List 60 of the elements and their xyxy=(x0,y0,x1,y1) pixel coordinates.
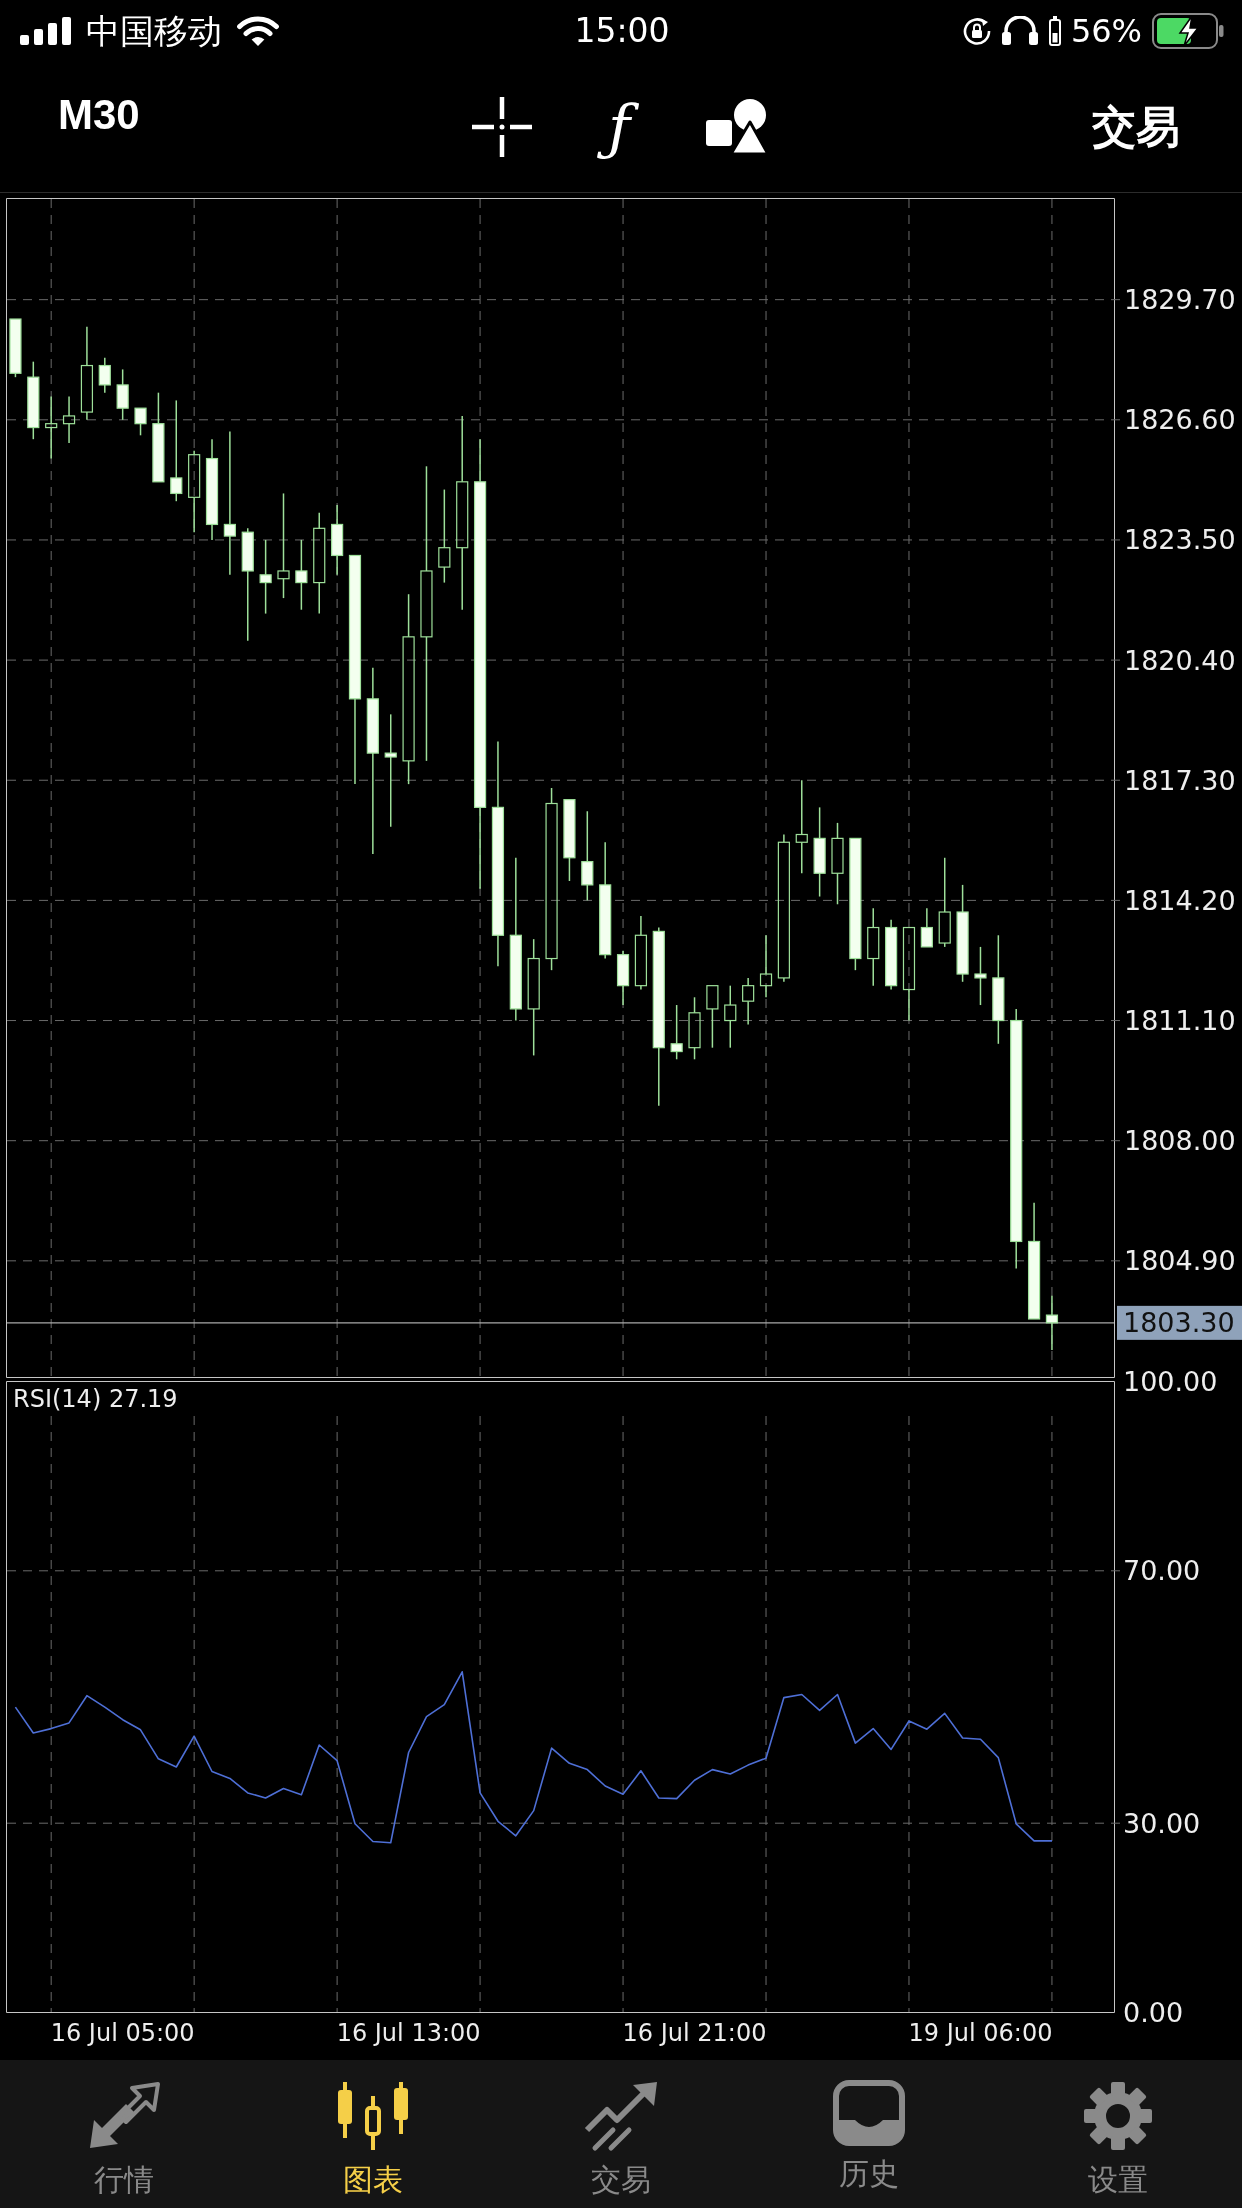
price-label: 1804.90 xyxy=(1124,1245,1236,1277)
candlestick xyxy=(98,357,111,394)
price-label: 1823.50 xyxy=(1124,524,1236,556)
candlestick xyxy=(688,996,701,1061)
gear-icon xyxy=(1081,2080,1154,2152)
axis-label: 0.00 xyxy=(1123,1997,1184,2028)
candlestick xyxy=(670,1004,683,1061)
nav-tab[interactable]: 图表 xyxy=(248,2060,497,2208)
clock-time: 15:00 xyxy=(574,11,670,51)
time-label: 16 Jul 21:00 xyxy=(622,2019,767,2047)
candlestick xyxy=(706,985,719,1049)
time-label: 19 Jul 06:00 xyxy=(908,2019,1053,2047)
axis-label: 100.00 xyxy=(1123,1366,1218,1397)
price-label: 1811.10 xyxy=(1124,1005,1236,1037)
battery-icon xyxy=(1152,13,1224,49)
candlestick xyxy=(724,984,737,1049)
small-battery-icon xyxy=(1048,16,1061,46)
nav-tab[interactable]: 交易 xyxy=(496,2060,746,2208)
price-label: 1829.70 xyxy=(1124,284,1236,316)
candlestick xyxy=(759,934,773,999)
tray-icon xyxy=(833,2080,906,2146)
nav-tab[interactable]: 历史 xyxy=(745,2060,994,2208)
candlestick xyxy=(295,539,308,611)
candlestick xyxy=(116,368,129,421)
price-label: 1808.00 xyxy=(1124,1125,1236,1157)
carrier-name: 中国移动 xyxy=(86,11,222,51)
wifi-icon xyxy=(236,15,280,47)
function-button[interactable]: ƒ xyxy=(597,88,641,166)
price-label: 1826.60 xyxy=(1124,404,1236,436)
trade-button[interactable]: 交易 xyxy=(1092,101,1180,153)
nav-tab[interactable]: 行情 xyxy=(0,2060,249,2208)
candlestick xyxy=(885,919,898,991)
candlestick xyxy=(974,946,987,1006)
candlestick xyxy=(1045,1294,1059,1351)
signal-icon xyxy=(20,17,72,45)
timeframe-button[interactable]: M30 xyxy=(58,90,140,140)
candlestick xyxy=(331,504,344,576)
axis-label: 70.00 xyxy=(1123,1555,1201,1587)
rotation-lock-icon xyxy=(962,17,991,45)
candlestick xyxy=(742,977,755,1026)
candlestick xyxy=(616,950,630,1006)
current-price-label: 1803.30 xyxy=(1117,1305,1242,1340)
candlestick xyxy=(45,395,58,460)
candlestick xyxy=(62,395,76,444)
indicator-title: RSI(14) 27.19 xyxy=(13,1385,178,1413)
trend-arrow-icon xyxy=(583,2080,659,2152)
candlestick xyxy=(920,907,933,948)
crosshair-icon[interactable] xyxy=(471,97,532,157)
candlestick xyxy=(9,318,22,378)
headphones-icon xyxy=(1000,16,1039,46)
price-label: 1814.20 xyxy=(1124,884,1236,916)
price-label: 1817.30 xyxy=(1124,764,1236,796)
axis-label: 30.00 xyxy=(1123,1807,1201,1839)
ref-line-label: 1803.30 xyxy=(1123,1307,1235,1339)
time-label: 16 Jul 05:00 xyxy=(50,2019,195,2047)
nav-tab[interactable]: 设置 xyxy=(993,2060,1242,2208)
battery-percent: 56% xyxy=(1070,11,1142,51)
candlestick xyxy=(134,407,147,437)
time-label: 16 Jul 13:00 xyxy=(336,2019,481,2047)
price-label: 1820.40 xyxy=(1124,644,1236,676)
